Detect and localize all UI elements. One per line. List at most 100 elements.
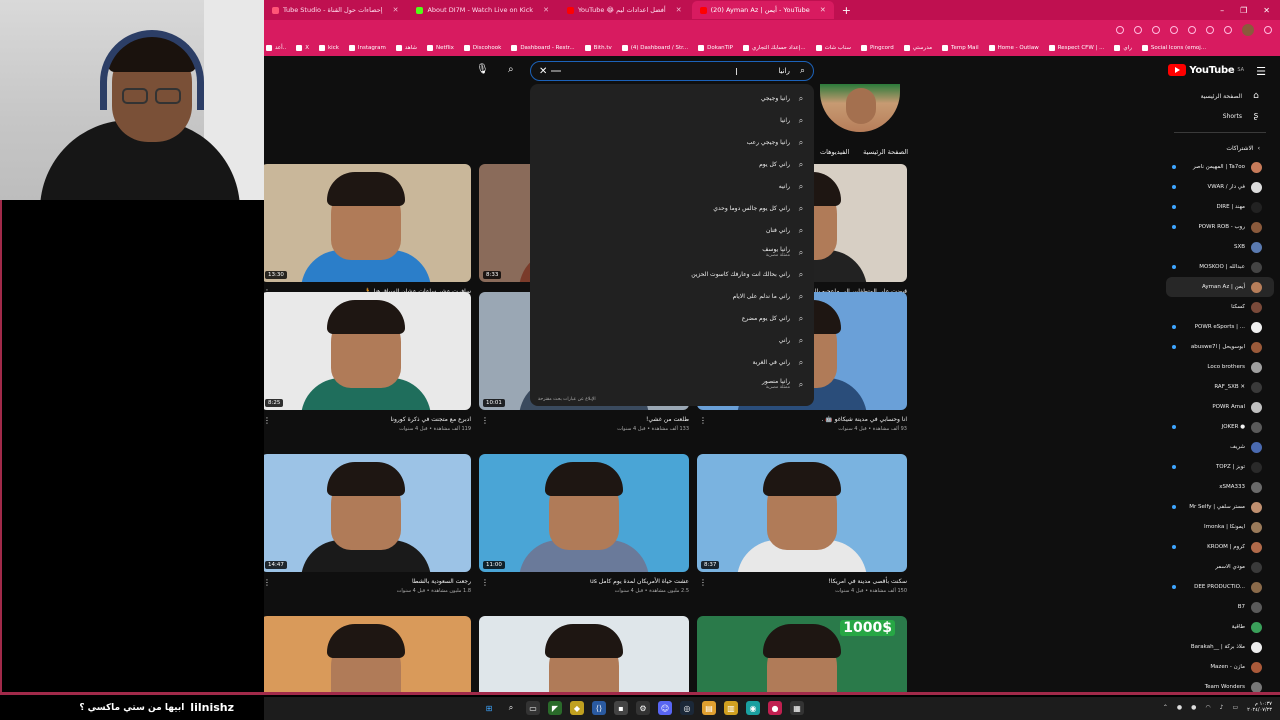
microphone-icon[interactable]: 🎙 bbox=[476, 64, 489, 75]
video-title[interactable]: سكنت بأقصى مدينة في امريكا! bbox=[828, 578, 907, 585]
search-box[interactable]: ✕ رانيا ⌕ bbox=[530, 61, 814, 81]
app-icon-gray[interactable]: ▪ bbox=[614, 701, 628, 715]
channel-avatar[interactable] bbox=[820, 84, 900, 132]
subscription-item[interactable]: Mr Selfy | مستر سلفي bbox=[1160, 497, 1280, 517]
bookmark-item[interactable]: DokanTIP bbox=[698, 45, 733, 51]
bookmark-item[interactable]: Instagram bbox=[348, 45, 386, 51]
more-actions-icon[interactable]: ⋮ bbox=[481, 416, 489, 425]
subscription-item[interactable]: Mazen - مازن bbox=[1160, 657, 1280, 677]
subscription-item[interactable]: JOKER ● bbox=[1160, 417, 1280, 437]
menu-icon[interactable] bbox=[1264, 26, 1272, 34]
clock[interactable]: ١٠:٣٧ م ٢٠٢٤/٠٧/٢٣ bbox=[1247, 701, 1272, 713]
browser-tab[interactable]: (20) Ayman Az | أيمن - YouTube ✕ bbox=[691, 1, 834, 19]
subscription-item[interactable]: Ayman Az | أيمن bbox=[1166, 277, 1274, 297]
bookmark-item[interactable]: Social Icons (emoj... bbox=[1141, 45, 1206, 51]
extension-icon-2[interactable] bbox=[1170, 26, 1178, 34]
bookmark-item[interactable]: سناب شات bbox=[815, 45, 851, 51]
subscription-item[interactable]: xSMA333 bbox=[1160, 477, 1280, 497]
subscription-item[interactable]: شريف bbox=[1160, 437, 1280, 457]
video-card[interactable]: 11:00 ⋮ عشت حياة الأمريكان لمدة يوم كامل… bbox=[479, 454, 689, 608]
search-suggestion[interactable]: رانيا يوسف ممثلة مصرية ⌕ bbox=[530, 242, 814, 264]
tray-chevron-icon[interactable]: ⌃ bbox=[1163, 704, 1168, 711]
subscription-item[interactable]: POWR Amal bbox=[1160, 397, 1280, 417]
video-thumbnail[interactable]: 8:37 bbox=[697, 454, 907, 572]
more-actions-icon[interactable]: ⋮ bbox=[699, 416, 707, 425]
more-actions-icon[interactable]: ⋮ bbox=[264, 578, 271, 587]
video-thumbnail[interactable] bbox=[479, 616, 689, 692]
discord-icon[interactable]: ☺ bbox=[658, 701, 672, 715]
video-thumbnail[interactable]: 14:47 bbox=[264, 454, 471, 572]
maximize-button[interactable]: ❐ bbox=[1240, 6, 1247, 15]
tray-app-icon[interactable]: ● bbox=[1177, 704, 1182, 711]
subscription-item[interactable]: KROOM | كروم bbox=[1160, 537, 1280, 557]
more-actions-icon[interactable]: ⋮ bbox=[264, 416, 271, 425]
file-explorer-icon[interactable]: ▤ bbox=[702, 701, 716, 715]
subscription-item[interactable]: SXB bbox=[1160, 237, 1280, 257]
search-suggestion[interactable]: رانيا ⌕ bbox=[530, 110, 814, 132]
sidebar-item-home[interactable]: الصفحة الرئيسية ⌂ bbox=[1160, 86, 1280, 106]
video-title[interactable]: عشت حياة الأمريكان لمدة يوم كامل us bbox=[590, 578, 689, 585]
video-title[interactable]: انا وحسابي في مدينة شيكاغو 🤖 . bbox=[821, 416, 907, 423]
close-tab-icon[interactable]: ✕ bbox=[543, 6, 549, 14]
new-tab-button[interactable]: + bbox=[836, 4, 857, 17]
subscription-item[interactable]: مودي الاسمر bbox=[1160, 557, 1280, 577]
browser-tab[interactable]: About DI7M - Watch Live on Kick ✕ bbox=[408, 1, 557, 19]
bookmark-item[interactable]: Bith.tv bbox=[584, 45, 612, 51]
video-title[interactable]: طلعت من غشي! bbox=[646, 416, 689, 423]
browser-icon[interactable]: ● bbox=[768, 701, 782, 715]
video-card[interactable] bbox=[264, 616, 471, 692]
search-suggestion[interactable]: راني كل يوم مضرع ⌕ bbox=[530, 308, 814, 330]
video-thumbnail[interactable]: 8:25 bbox=[264, 292, 471, 410]
battery-icon[interactable]: ▭ bbox=[1232, 704, 1238, 711]
taskbar-search-icon[interactable]: ⌕ bbox=[504, 701, 518, 715]
search-suggestion[interactable]: راني كل يوم جالس دوما وحدي ⌕ bbox=[530, 198, 814, 220]
sidebar-icon[interactable] bbox=[1224, 26, 1232, 34]
subscription-item[interactable]: VWAR / في دار bbox=[1160, 177, 1280, 197]
browser-tab[interactable]: Tube Studio - إحصاءات حول القناة ✕ bbox=[264, 1, 406, 19]
vscode-icon[interactable]: ⟨⟩ bbox=[592, 701, 606, 715]
video-card[interactable]: 1000$ bbox=[697, 616, 907, 692]
search-suggestion[interactable]: رانيا وجيجي رعب ⌕ bbox=[530, 132, 814, 154]
task-view-icon[interactable]: ▭ bbox=[526, 701, 540, 715]
extension-icon[interactable] bbox=[1152, 26, 1160, 34]
video-thumbnail[interactable]: 1000$ bbox=[697, 616, 907, 692]
subscription-item[interactable]: TOPZ | توبز bbox=[1160, 457, 1280, 477]
bookmark-item[interactable]: إعداد حسابك التجاري... bbox=[742, 45, 806, 51]
bookmark-star-icon[interactable] bbox=[1134, 26, 1142, 34]
bookmark-item[interactable]: شاهد bbox=[395, 45, 417, 51]
subscription-item[interactable]: abuswe7l | ابوسويحل bbox=[1160, 337, 1280, 357]
subscription-item[interactable]: Loco brothers bbox=[1160, 357, 1280, 377]
search-suggestion[interactable]: راني ما ندلم على الايام ⌕ bbox=[530, 286, 814, 308]
video-title[interactable]: رجعت السعودية بالشطا bbox=[412, 578, 471, 585]
bookmark-item[interactable]: أعد.. bbox=[266, 45, 286, 51]
bookmark-item[interactable]: راي bbox=[1114, 45, 1132, 51]
steam-icon[interactable]: ◎ bbox=[680, 701, 694, 715]
subscription-item[interactable]: POWR eSports | ... bbox=[1160, 317, 1280, 337]
nvidia-icon[interactable]: ◤ bbox=[548, 701, 562, 715]
subscription-item[interactable]: Imonka | ايمونكا bbox=[1160, 517, 1280, 537]
search-suggestion[interactable]: راني ⌕ bbox=[530, 330, 814, 352]
search-suggestion[interactable]: رانيه ⌕ bbox=[530, 176, 814, 198]
search-suggestion[interactable]: رانيا منصور ممثلة مصرية ⌕ bbox=[530, 374, 814, 396]
bookmark-item[interactable]: Netflix bbox=[426, 45, 454, 51]
tab-videos[interactable]: الفيديوهات bbox=[820, 148, 849, 156]
video-thumbnail[interactable]: 13:30 bbox=[264, 164, 471, 282]
app-icon-yellow[interactable]: ◆ bbox=[570, 701, 584, 715]
subscriptions-heading[interactable]: الاشتراكات ‹ bbox=[1160, 139, 1280, 157]
more-actions-icon[interactable]: ⋮ bbox=[481, 578, 489, 587]
search-button-icon[interactable]: ⌕ bbox=[508, 64, 514, 75]
hamburger-menu-icon[interactable]: ☰ bbox=[1256, 65, 1266, 78]
video-card[interactable]: 8:37 ⋮ سكنت بأقصى مدينة في امريكا! 150 أ… bbox=[697, 454, 907, 608]
app-icon-dark[interactable]: ▦ bbox=[790, 701, 804, 715]
search-suggestion[interactable]: راني كل يوم ⌕ bbox=[530, 154, 814, 176]
bookmark-item[interactable]: مدرستي bbox=[903, 45, 932, 51]
minimize-button[interactable]: – bbox=[1220, 6, 1224, 15]
browser-tab[interactable]: YouTube 😂 أفضل اعدادات ليم ✕ bbox=[559, 1, 690, 19]
sidebar-item-shorts[interactable]: Shorts ʂ bbox=[1160, 106, 1280, 126]
history-icon[interactable] bbox=[1206, 26, 1214, 34]
bookmark-item[interactable]: (4) Dashboard / Str... bbox=[621, 45, 688, 51]
bookmark-item[interactable]: Discohook bbox=[463, 45, 501, 51]
bookmark-item[interactable]: Home - Outlaw bbox=[988, 45, 1039, 51]
subscription-item[interactable]: RAF_SXB ✕ bbox=[1160, 377, 1280, 397]
video-title[interactable]: ادبرع مع متجنت في ذكرة كورونا bbox=[390, 416, 471, 423]
